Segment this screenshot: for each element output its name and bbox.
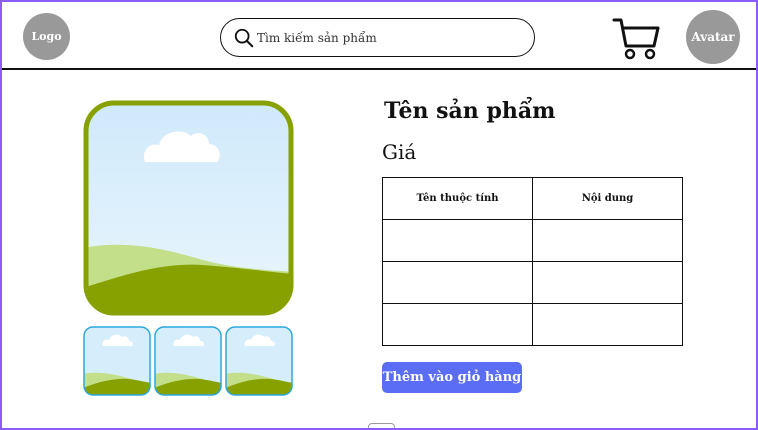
table-cell — [532, 219, 683, 262]
header: Logo Avatar — [2, 2, 756, 70]
product-name: Tên sản phẩm — [384, 98, 556, 124]
avatar[interactable]: Avatar — [686, 10, 740, 64]
search-bar[interactable] — [220, 18, 535, 57]
column-header-attribute-name: Tên thuộc tính — [382, 177, 533, 220]
product-thumbnail[interactable] — [225, 326, 293, 396]
table-cell — [382, 303, 533, 346]
table-row — [382, 303, 683, 346]
attributes-table: Tên thuộc tính Nội dung — [382, 177, 683, 346]
cart-icon[interactable] — [612, 16, 660, 60]
table-header-row: Tên thuộc tính Nội dung — [382, 177, 683, 220]
product-main-image[interactable] — [83, 100, 294, 316]
table-cell — [532, 261, 683, 304]
product-price: Giá — [382, 140, 417, 164]
product-thumbnail[interactable] — [83, 326, 151, 396]
page-frame: Logo Avatar — [0, 0, 758, 430]
table-row — [382, 219, 683, 262]
table-cell — [382, 261, 533, 304]
table-cell — [532, 303, 683, 346]
add-to-cart-button[interactable]: Thêm vào giỏ hàng — [382, 362, 522, 393]
logo[interactable]: Logo — [23, 13, 70, 60]
search-icon[interactable] — [233, 27, 255, 49]
column-header-content: Nội dung — [532, 177, 683, 220]
resize-handle[interactable] — [368, 423, 395, 428]
search-input[interactable] — [257, 28, 527, 48]
table-row — [382, 261, 683, 304]
product-thumbnail[interactable] — [154, 326, 222, 396]
table-cell — [382, 219, 533, 262]
